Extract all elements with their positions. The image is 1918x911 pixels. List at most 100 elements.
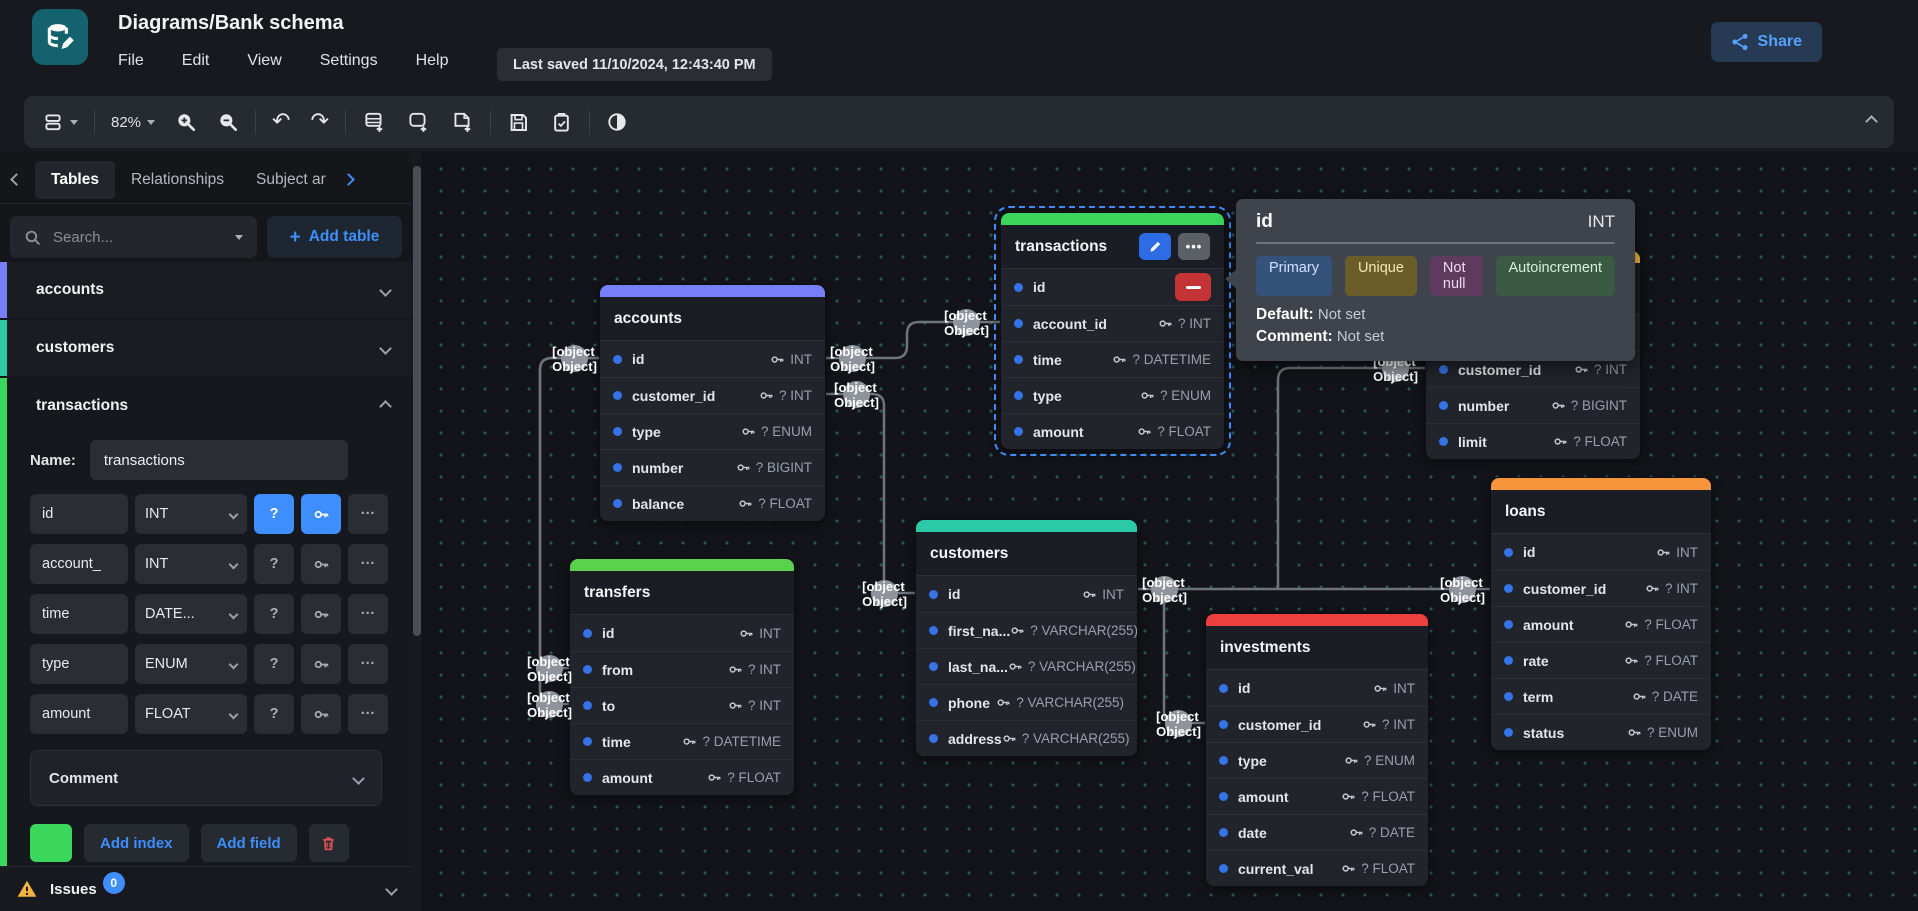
table-field-row[interactable]: number ? BIGINT [600,449,825,485]
field-type-select[interactable]: INT [135,544,247,584]
diagram-table[interactable]: transfers ••• [569,558,795,796]
diagram-table[interactable]: loans ••• [1490,477,1712,751]
undo-button[interactable]: ↶ [272,111,290,133]
field-more-button[interactable]: ··· [348,494,388,534]
chevron-down-icon[interactable] [379,284,392,297]
nullable-toggle-button[interactable]: ? [254,644,294,684]
table-field-row[interactable]: from ? INT [570,651,794,687]
field-name-input[interactable]: type [30,644,128,684]
table-title-row[interactable]: customers ••• [916,532,1137,576]
table-name-input[interactable] [90,440,348,480]
table-field-row[interactable]: balance ? FLOAT [600,485,825,521]
menu-item[interactable]: File [118,52,144,70]
table-field-row[interactable]: account_id ? INT [1001,305,1224,341]
table-field-row[interactable]: to ? INT [570,687,794,723]
table-field-row[interactable]: id INT [1206,670,1428,706]
table-field-row[interactable]: term ? DATE [1491,678,1711,714]
edit-table-button[interactable] [1139,233,1171,260]
nullable-toggle-button[interactable]: ? [254,544,294,584]
collapse-header-button[interactable] [1867,113,1876,131]
table-field-row[interactable]: id INT [570,615,794,651]
zoom-out-button[interactable] [217,111,239,133]
nullable-toggle-button[interactable]: ? [254,594,294,634]
tabs-scroll-right-icon[interactable] [344,171,353,189]
add-field-button[interactable]: Add field [201,824,297,862]
tabs-scroll-left-icon[interactable] [12,171,21,189]
table-field-row[interactable]: type ? ENUM [1001,377,1224,413]
add-note-button[interactable] [450,110,474,134]
table-field-row[interactable]: customer_id ? INT [1206,706,1428,742]
table-field-row[interactable]: id INT [600,341,825,377]
field-more-button[interactable]: ··· [348,694,388,734]
primary-key-toggle-button[interactable] [301,594,341,634]
table-field-row[interactable]: id INT [916,576,1137,612]
add-index-button[interactable]: Add index [84,824,189,862]
tab-tables[interactable]: Tables [35,161,115,199]
table-field-row[interactable]: date ? DATE [1206,814,1428,850]
add-table-button[interactable]: + Add table [267,216,402,258]
chevron-down-icon[interactable] [385,883,398,896]
field-name-input[interactable]: amount [30,694,128,734]
field-more-button[interactable]: ··· [348,644,388,684]
sidebar-scrollbar[interactable] [412,152,422,911]
diagram-table[interactable]: investments ••• [1205,613,1429,887]
primary-key-toggle-button[interactable] [301,494,341,534]
field-type-select[interactable]: FLOAT [135,694,247,734]
menu-item[interactable]: View [247,52,281,70]
scrollbar-thumb[interactable] [413,166,421,636]
menu-item[interactable]: Settings [320,52,378,70]
theme-toggle-button[interactable] [606,111,628,133]
diagram-canvas[interactable]: [object Object] [object Object] [object … [422,152,1918,911]
table-list-item[interactable]: accounts [0,262,412,318]
menu-item[interactable]: Edit [182,52,210,70]
field-type-select[interactable]: ENUM [135,644,247,684]
redo-button[interactable]: ↷ [310,111,328,133]
table-list-item[interactable]: customers [0,320,412,376]
diagram-table[interactable]: customers ••• [915,519,1138,757]
field-name-input[interactable]: account_ [30,544,128,584]
chevron-down-icon[interactable] [379,342,392,355]
chevron-up-icon[interactable] [379,400,392,413]
table-field-row[interactable]: amount ? FLOAT [1491,606,1711,642]
table-field-row[interactable]: rate ? FLOAT [1491,642,1711,678]
field-name-input[interactable]: time [30,594,128,634]
table-field-row[interactable]: status ? ENUM [1491,714,1711,750]
delete-field-button[interactable] [1175,273,1211,301]
table-field-row[interactable]: id INT [1491,534,1711,570]
issues-bar[interactable]: Issues 0 [0,866,412,911]
field-name-input[interactable]: id [30,494,128,534]
table-field-row[interactable]: type ? ENUM [600,413,825,449]
primary-key-toggle-button[interactable] [301,644,341,684]
table-field-row[interactable]: current_val ? FLOAT [1206,850,1428,886]
delete-table-button[interactable] [309,824,349,862]
comment-section[interactable]: Comment [30,750,382,806]
table-field-row[interactable]: last_na... ? VARCHAR(255) [916,648,1137,684]
add-table-button-toolbar[interactable] [362,110,386,134]
zoom-level-select[interactable]: 82% [111,114,155,131]
tab-subject-areas[interactable]: Subject ar [240,161,342,199]
table-list-item-expanded[interactable]: transactions [0,378,412,434]
diagram-table[interactable]: accounts ••• [599,284,826,522]
tab-relationships[interactable]: Relationships [115,161,240,199]
nullable-toggle-button[interactable]: ? [254,494,294,534]
nullable-toggle-button[interactable]: ? [254,694,294,734]
field-more-button[interactable]: ··· [348,544,388,584]
table-color-swatch[interactable] [30,824,72,862]
table-title-row[interactable]: investments ••• [1206,626,1428,670]
table-field-row[interactable]: amount ? FLOAT [1001,413,1224,449]
search-dropdown-caret-icon[interactable] [235,235,243,240]
table-more-button[interactable]: ••• [1178,233,1210,260]
table-field-row[interactable]: type ? ENUM [1206,742,1428,778]
table-title-row[interactable]: accounts ••• [600,297,825,341]
table-field-row[interactable]: phone ? VARCHAR(255) [916,684,1137,720]
table-title-row[interactable]: transactions ••• [1001,225,1224,269]
table-field-row[interactable]: id [1001,269,1224,305]
menu-item[interactable]: Help [416,52,449,70]
table-field-row[interactable]: amount ? FLOAT [570,759,794,795]
todo-button[interactable] [550,111,573,134]
table-title-row[interactable]: loans ••• [1491,490,1711,534]
diagram-layout-button[interactable] [42,111,78,133]
table-field-row[interactable]: number ? BIGINT [1426,387,1640,423]
field-type-select[interactable]: DATE... [135,594,247,634]
search-input[interactable]: Search... [10,216,257,258]
